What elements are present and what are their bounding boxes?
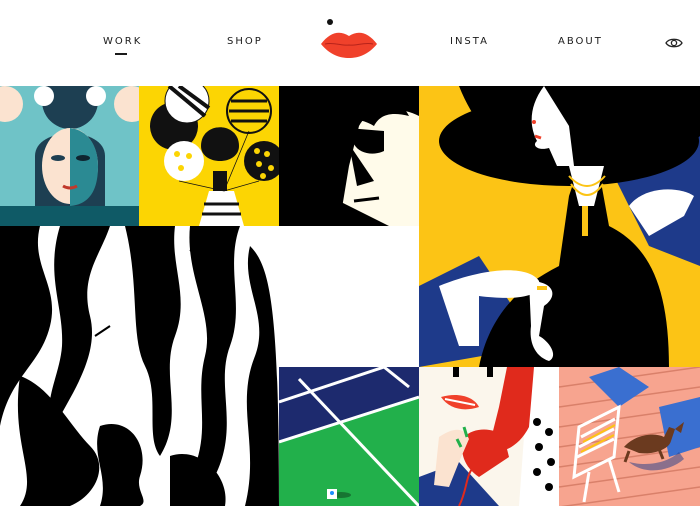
balloons-artwork[interactable] <box>139 86 279 226</box>
eye-icon[interactable] <box>665 36 683 50</box>
nav-work-link[interactable]: WORK <box>103 36 142 47</box>
black-white-figures-artwork[interactable] <box>0 226 279 506</box>
tennis-court-artwork[interactable] <box>279 367 419 506</box>
nav-insta-link[interactable]: INSTA <box>450 36 489 47</box>
deck-dog-artwork[interactable] <box>559 367 700 506</box>
red-phone-artwork[interactable] <box>419 367 559 506</box>
artwork-gallery <box>0 86 700 506</box>
red-lips-logo-icon[interactable] <box>318 14 380 62</box>
blank-tile <box>279 226 419 367</box>
nav-shop-link[interactable]: SHOP <box>227 36 263 47</box>
teal-faces-artwork[interactable] <box>0 86 139 226</box>
active-nav-indicator <box>115 53 127 55</box>
sunglasses-man-artwork[interactable] <box>279 86 419 226</box>
site-header: WORK SHOP INSTA ABOUT <box>0 0 700 86</box>
nav-about-link[interactable]: ABOUT <box>558 36 603 47</box>
woman-black-hat-artwork[interactable] <box>419 86 700 367</box>
